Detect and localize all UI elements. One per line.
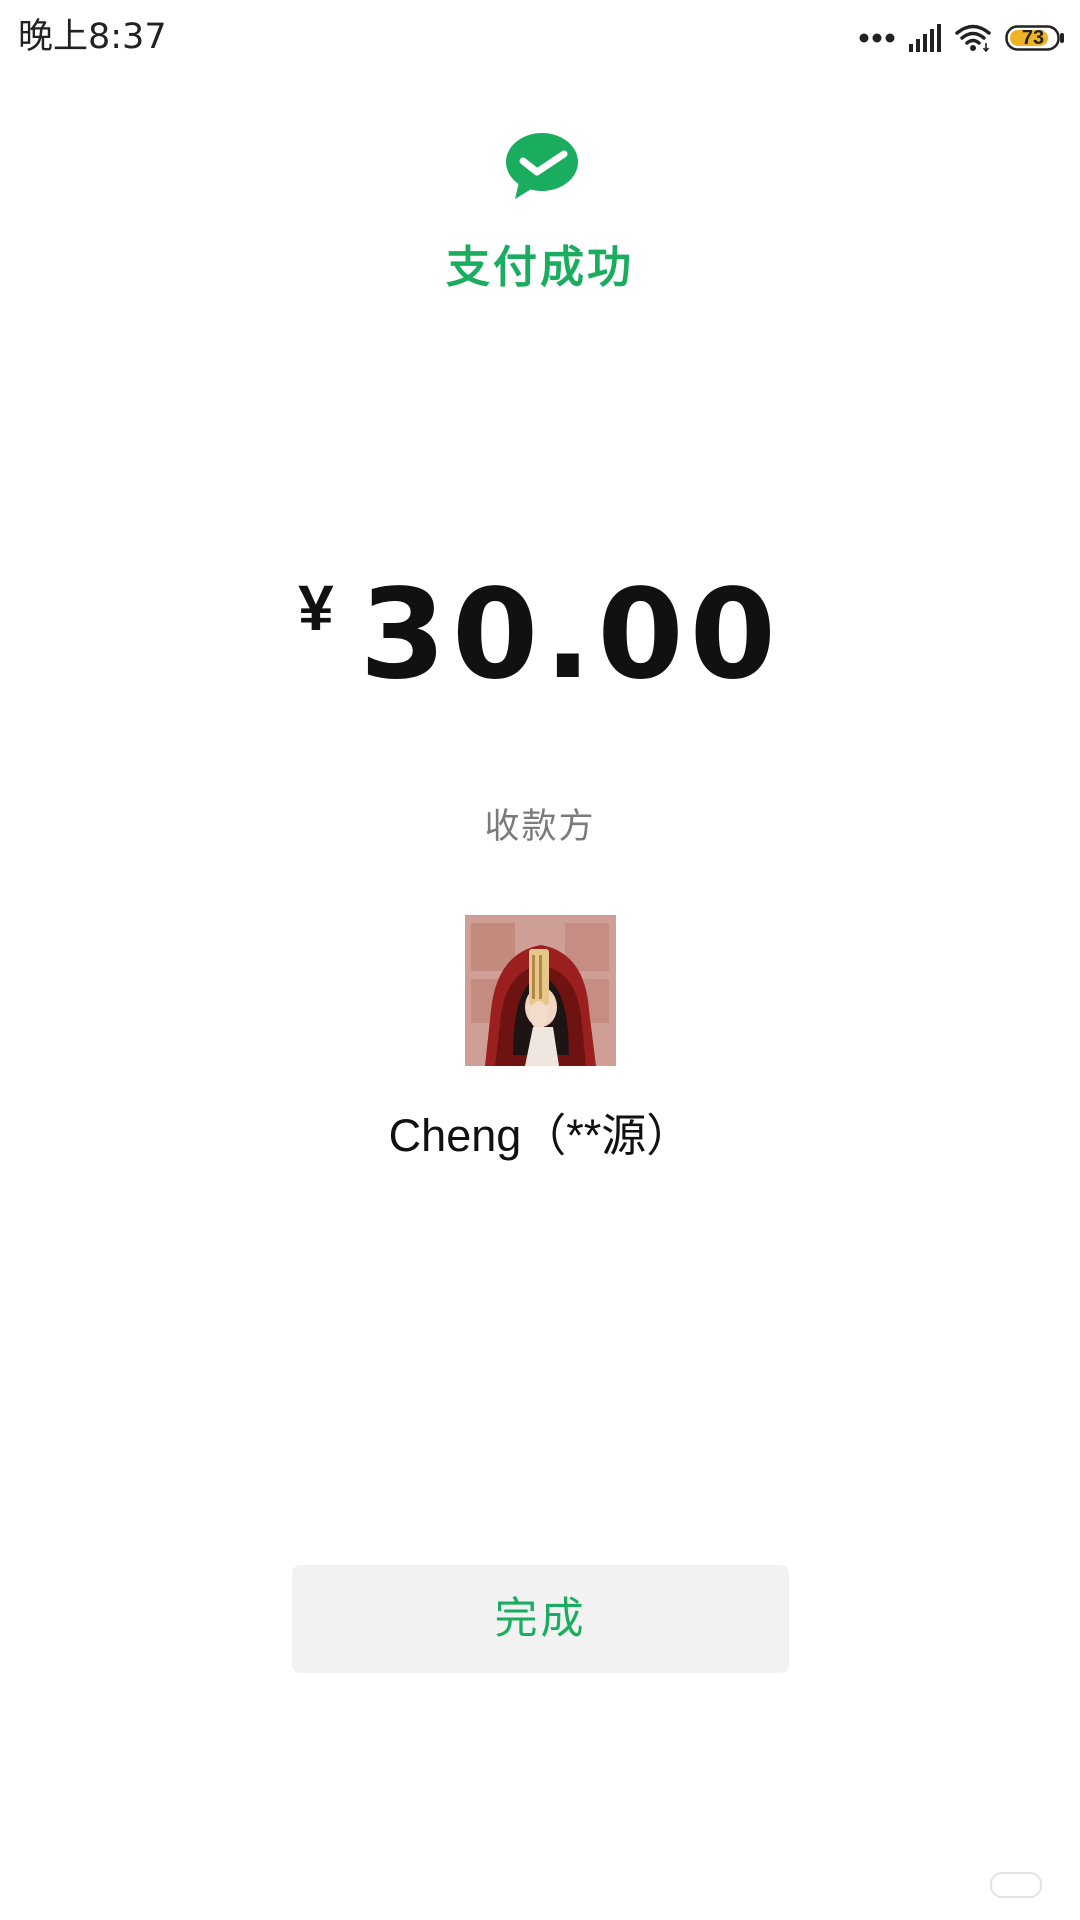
battery-level: 73 [1021,27,1045,49]
status-time: 晚上8:37 [18,17,167,57]
payee-name: Cheng（**源） [388,1110,692,1161]
watermark-badge [990,1872,1042,1898]
watermark [990,1872,1050,1898]
amount-row: ¥30.00 [0,565,1080,705]
payee-label: 收款方 [484,807,596,847]
page-title: 支付成功 [446,242,634,293]
dots-icon [859,32,895,44]
status-icons: 73 [859,18,1065,58]
wechat-pay-check-icon [505,132,579,200]
signal-icon [909,24,943,52]
done-button[interactable]: 完成 [292,1565,789,1673]
wifi-icon [955,23,991,53]
avatar [465,915,616,1066]
payment-amount: 30.00 [359,563,782,707]
currency-symbol: ¥ [298,572,334,644]
battery-icon: 73 [1005,25,1065,51]
status-bar: 晚上8:37 73 [0,0,1080,80]
